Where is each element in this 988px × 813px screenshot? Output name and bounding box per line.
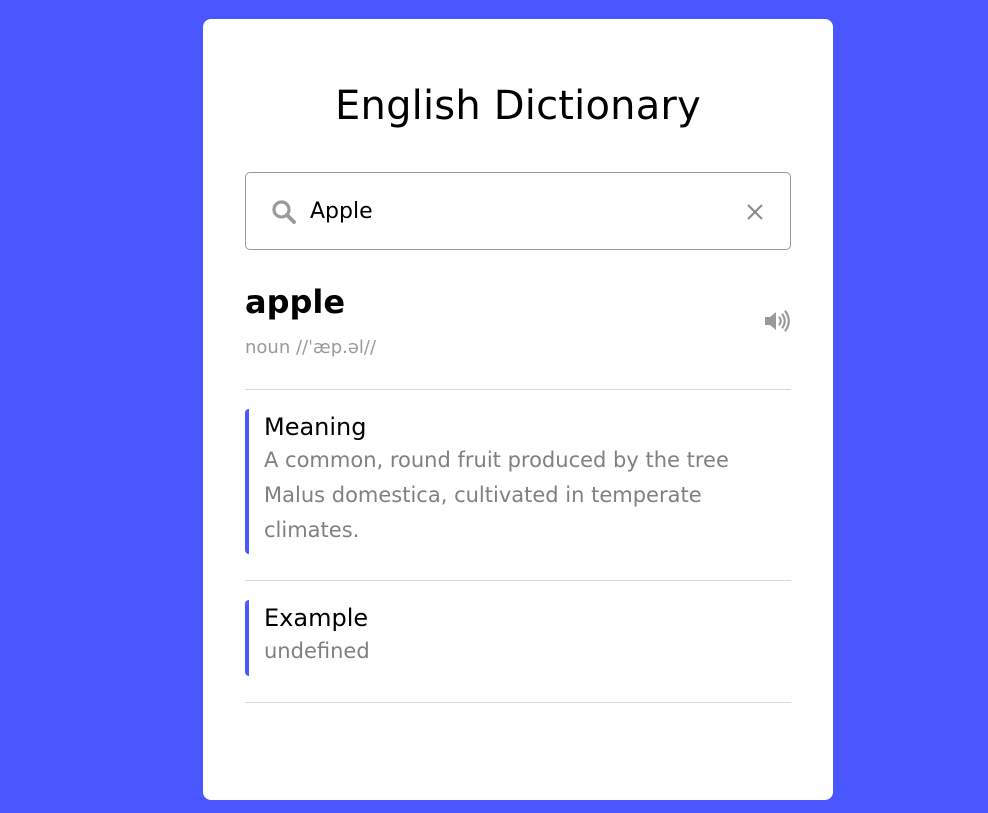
example-text: undefined (264, 639, 370, 663)
example-label: Example (264, 604, 369, 632)
search-input[interactable] (310, 193, 730, 229)
dictionary-card: English Dictionary apple noun //ˈæp.əl// (203, 19, 833, 800)
word-header: apple noun //ˈæp.əl// (245, 281, 791, 390)
meaning-detail: Meaning A common, round fruit produced b… (245, 409, 775, 554)
search-icon (271, 199, 297, 225)
volume-icon[interactable] (763, 309, 791, 333)
example-section: Example undefined (245, 580, 791, 703)
meaning-section: Meaning A common, round fruit produced b… (245, 389, 791, 581)
search-box[interactable] (245, 172, 791, 250)
page-title: English Dictionary (335, 83, 701, 129)
example-detail: Example undefined (245, 600, 775, 676)
word-phonetic: noun //ˈæp.əl// (245, 337, 377, 358)
meaning-label: Meaning (264, 413, 367, 441)
close-icon[interactable] (744, 201, 766, 223)
meaning-text: A common, round fruit produced by the tr… (264, 448, 729, 542)
word-title: apple (245, 283, 346, 321)
